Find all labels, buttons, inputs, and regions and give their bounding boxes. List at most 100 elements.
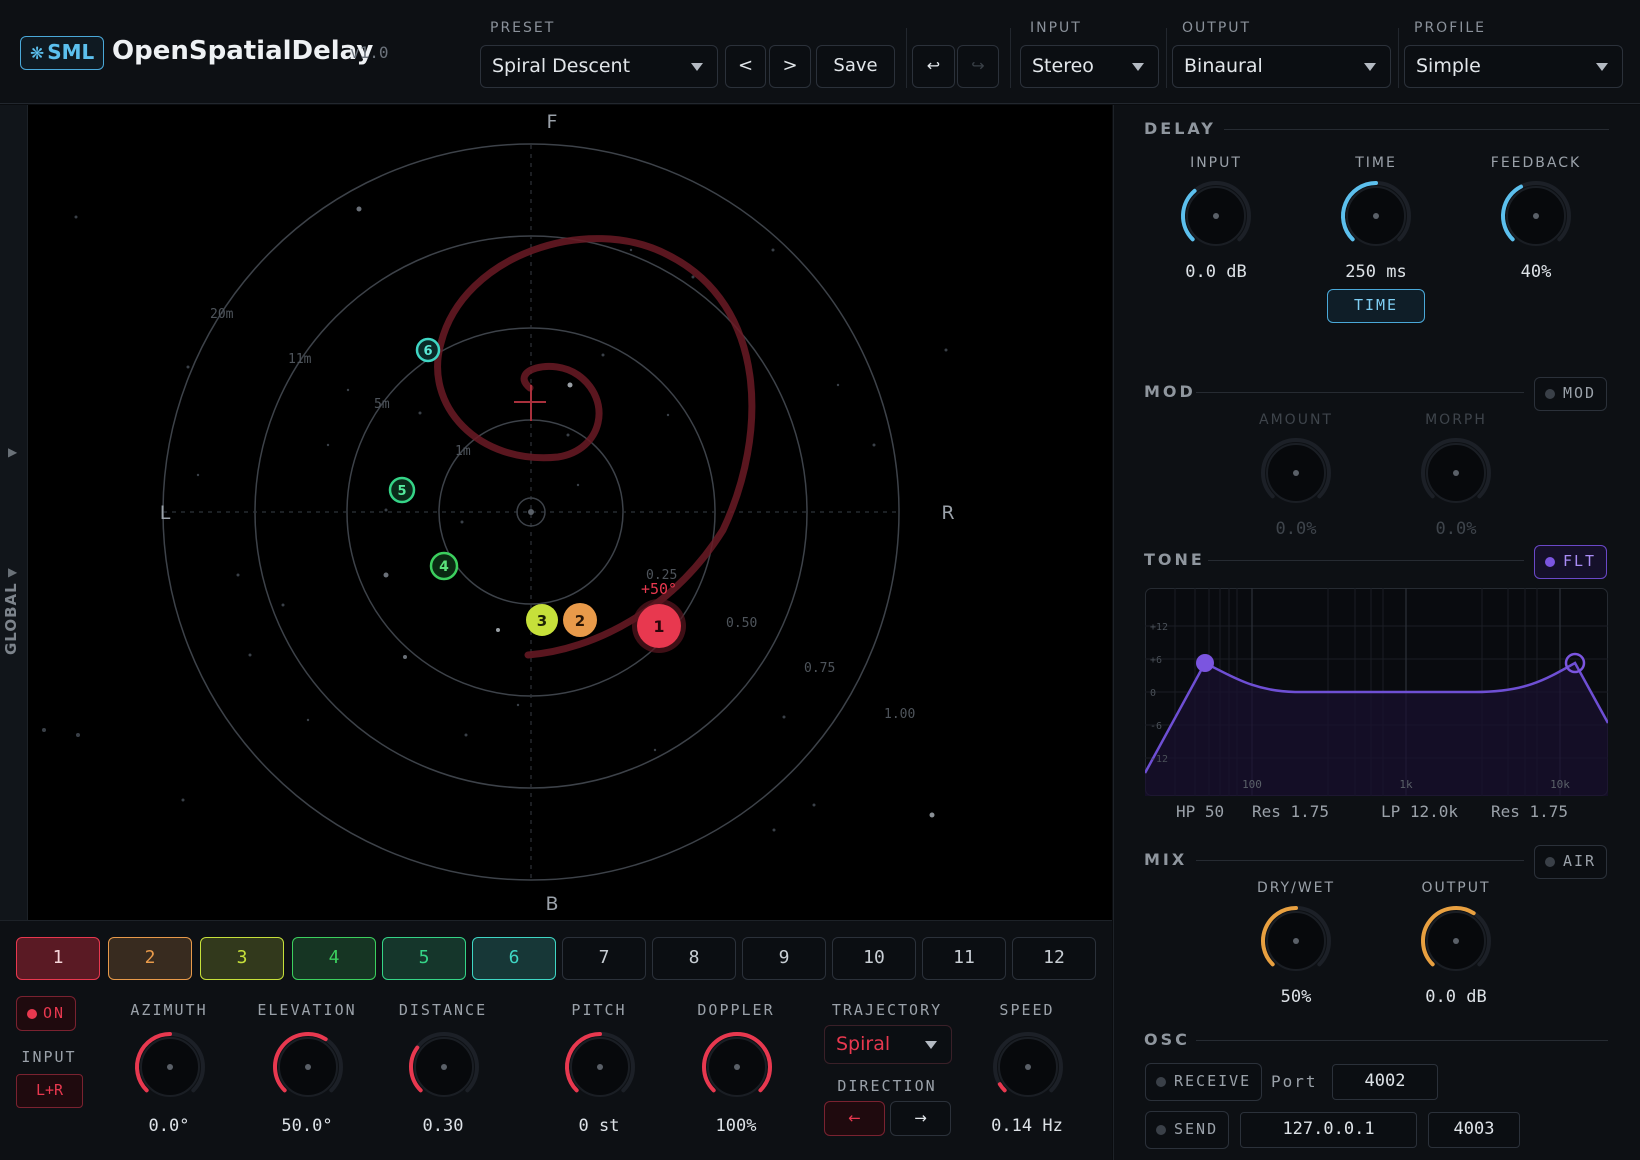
delay-time-knob[interactable]: [1338, 178, 1414, 258]
ring-label: 1.00: [884, 707, 915, 722]
voice-tab-3[interactable]: 3: [200, 937, 284, 980]
preset-dropdown[interactable]: Spiral Descent: [480, 45, 718, 88]
osc-receive-toggle[interactable]: RECEIVE: [1145, 1063, 1263, 1101]
doppler-knob[interactable]: [699, 1029, 775, 1109]
voice-marker-1[interactable]: 1: [632, 599, 686, 653]
star: [929, 812, 935, 818]
voice-input-button[interactable]: L+R: [16, 1074, 83, 1108]
app-version: v1.0: [350, 43, 389, 62]
voice-marker-6[interactable]: 6: [415, 337, 441, 363]
separator: [1010, 28, 1011, 88]
voice-tab-7[interactable]: 7: [562, 937, 646, 980]
speed-value: 0.14 Hz: [991, 1116, 1063, 1136]
compass-right: R: [941, 502, 954, 524]
speed-label: SPEED: [999, 1001, 1055, 1019]
sparkle-icon: ❋: [30, 44, 45, 64]
hp-handle[interactable]: [1196, 654, 1214, 672]
voice-tab-4[interactable]: 4: [292, 937, 376, 980]
listener-dot: [528, 509, 534, 515]
trajectory-dropdown[interactable]: Spiral: [824, 1025, 952, 1064]
input-label: INPUT: [1030, 20, 1082, 36]
speed-knob[interactable]: [990, 1029, 1066, 1109]
voice-tab-2[interactable]: 2: [108, 937, 192, 980]
dry-wet-knob[interactable]: [1258, 903, 1334, 983]
voice-tab-1[interactable]: 1: [16, 937, 100, 980]
direction-forward-button[interactable]: →: [890, 1101, 951, 1136]
voice-tab-10[interactable]: 10: [832, 937, 916, 980]
azimuth-knob[interactable]: [132, 1029, 208, 1109]
osc-receive-port-field[interactable]: 4002: [1332, 1064, 1438, 1100]
pitch-value: 0 st: [578, 1116, 620, 1136]
save-preset-button[interactable]: Save: [816, 45, 895, 88]
time-sync-button[interactable]: TIME: [1327, 289, 1425, 323]
spatial-field: 20m 11m 5m 1m 0.25 0.50 0.75 1.00 F B L …: [42, 111, 955, 915]
prev-preset-button[interactable]: <: [725, 45, 766, 88]
direction-reverse-button[interactable]: ←: [824, 1101, 885, 1136]
air-toggle[interactable]: AIR: [1534, 845, 1608, 879]
chevron-down-icon: [1132, 63, 1144, 71]
output-value: Binaural: [1184, 55, 1263, 77]
knob-center-dot: [1293, 470, 1299, 476]
delay-input-label: INPUT: [1190, 155, 1242, 171]
mod-morph-knob[interactable]: [1418, 435, 1494, 515]
preset-label: PRESET: [490, 20, 556, 36]
svg-text:1: 1: [653, 617, 664, 636]
voice-marker-3[interactable]: 3: [526, 604, 558, 636]
filter-toggle[interactable]: FLT: [1534, 545, 1608, 579]
ring-label: 0.75: [804, 661, 835, 676]
compass-front: F: [547, 111, 558, 133]
ring-label: 20m: [210, 307, 234, 322]
doppler-value: 100%: [715, 1116, 757, 1136]
delay-feedback-knob[interactable]: [1498, 178, 1574, 258]
mod-toggle[interactable]: MOD: [1534, 377, 1608, 411]
voice-on-toggle[interactable]: ON: [16, 996, 77, 1031]
voice-tab-9[interactable]: 9: [742, 937, 826, 980]
elevation-knob[interactable]: [270, 1029, 346, 1109]
input-dropdown[interactable]: Stereo: [1020, 45, 1159, 88]
distance-knob[interactable]: [406, 1029, 482, 1109]
osc-send-toggle[interactable]: SEND: [1145, 1111, 1230, 1149]
voice-tab-8[interactable]: 8: [652, 937, 736, 980]
delay-time-label: TIME: [1355, 155, 1397, 171]
osc-send-host-field[interactable]: 127.0.0.1: [1240, 1112, 1417, 1148]
voice-marker-5[interactable]: 5: [388, 476, 416, 504]
voice-tab-6[interactable]: 6: [472, 937, 556, 980]
toggle-led-icon: [27, 1009, 37, 1019]
star: [383, 572, 389, 578]
ring-label: 11m: [288, 352, 312, 367]
voice-marker-2[interactable]: 2: [563, 603, 597, 637]
undo-button[interactable]: ↩: [912, 45, 955, 88]
divider: [1196, 392, 1524, 393]
global-sidebar[interactable]: ▶ GLOBAL ▶: [0, 105, 28, 920]
delay-input-knob[interactable]: [1178, 178, 1254, 258]
trajectory-label: TRAJECTORY: [831, 1001, 943, 1019]
mod-amount-label: AMOUNT: [1259, 412, 1333, 428]
profile-dropdown[interactable]: Simple: [1404, 45, 1623, 88]
star: [567, 382, 573, 388]
pitch-knob[interactable]: [562, 1029, 638, 1109]
voice-tab-5[interactable]: 5: [382, 937, 466, 980]
mod-amount-knob[interactable]: [1258, 435, 1334, 515]
voice-tab-11[interactable]: 11: [922, 937, 1006, 980]
toggle-led-icon: [1156, 1125, 1166, 1135]
knob-center-dot: [1213, 213, 1219, 219]
redo-button[interactable]: ↪: [957, 45, 999, 88]
preset-value: Spiral Descent: [492, 55, 631, 77]
voice-marker-4[interactable]: 4: [429, 551, 459, 581]
db-tick: -6: [1150, 721, 1162, 732]
global-label: GLOBAL: [2, 582, 20, 655]
db-tick: 0: [1150, 688, 1156, 699]
distance-value: 0.30: [422, 1116, 464, 1136]
top-bar: ❋ SML OpenSpatialDelay v1.0 PRESET Spiral…: [0, 0, 1640, 104]
svg-text:6: 6: [423, 344, 432, 359]
next-preset-button[interactable]: >: [769, 45, 811, 88]
voice-tab-12[interactable]: 12: [1012, 937, 1096, 980]
output-dropdown[interactable]: Binaural: [1172, 45, 1391, 88]
eq-graph[interactable]: +12 +6 0 -6 -12 100 1k 10k: [1145, 588, 1608, 796]
voice-input-label: INPUT: [21, 1048, 77, 1066]
svg-text:5: 5: [397, 484, 406, 499]
spatial-stage[interactable]: 20m 11m 5m 1m 0.25 0.50 0.75 1.00 F B L …: [28, 105, 1112, 920]
osc-send-port-field[interactable]: 4003: [1428, 1112, 1520, 1148]
chevron-down-icon: [1596, 63, 1608, 71]
mix-output-knob[interactable]: [1418, 903, 1494, 983]
